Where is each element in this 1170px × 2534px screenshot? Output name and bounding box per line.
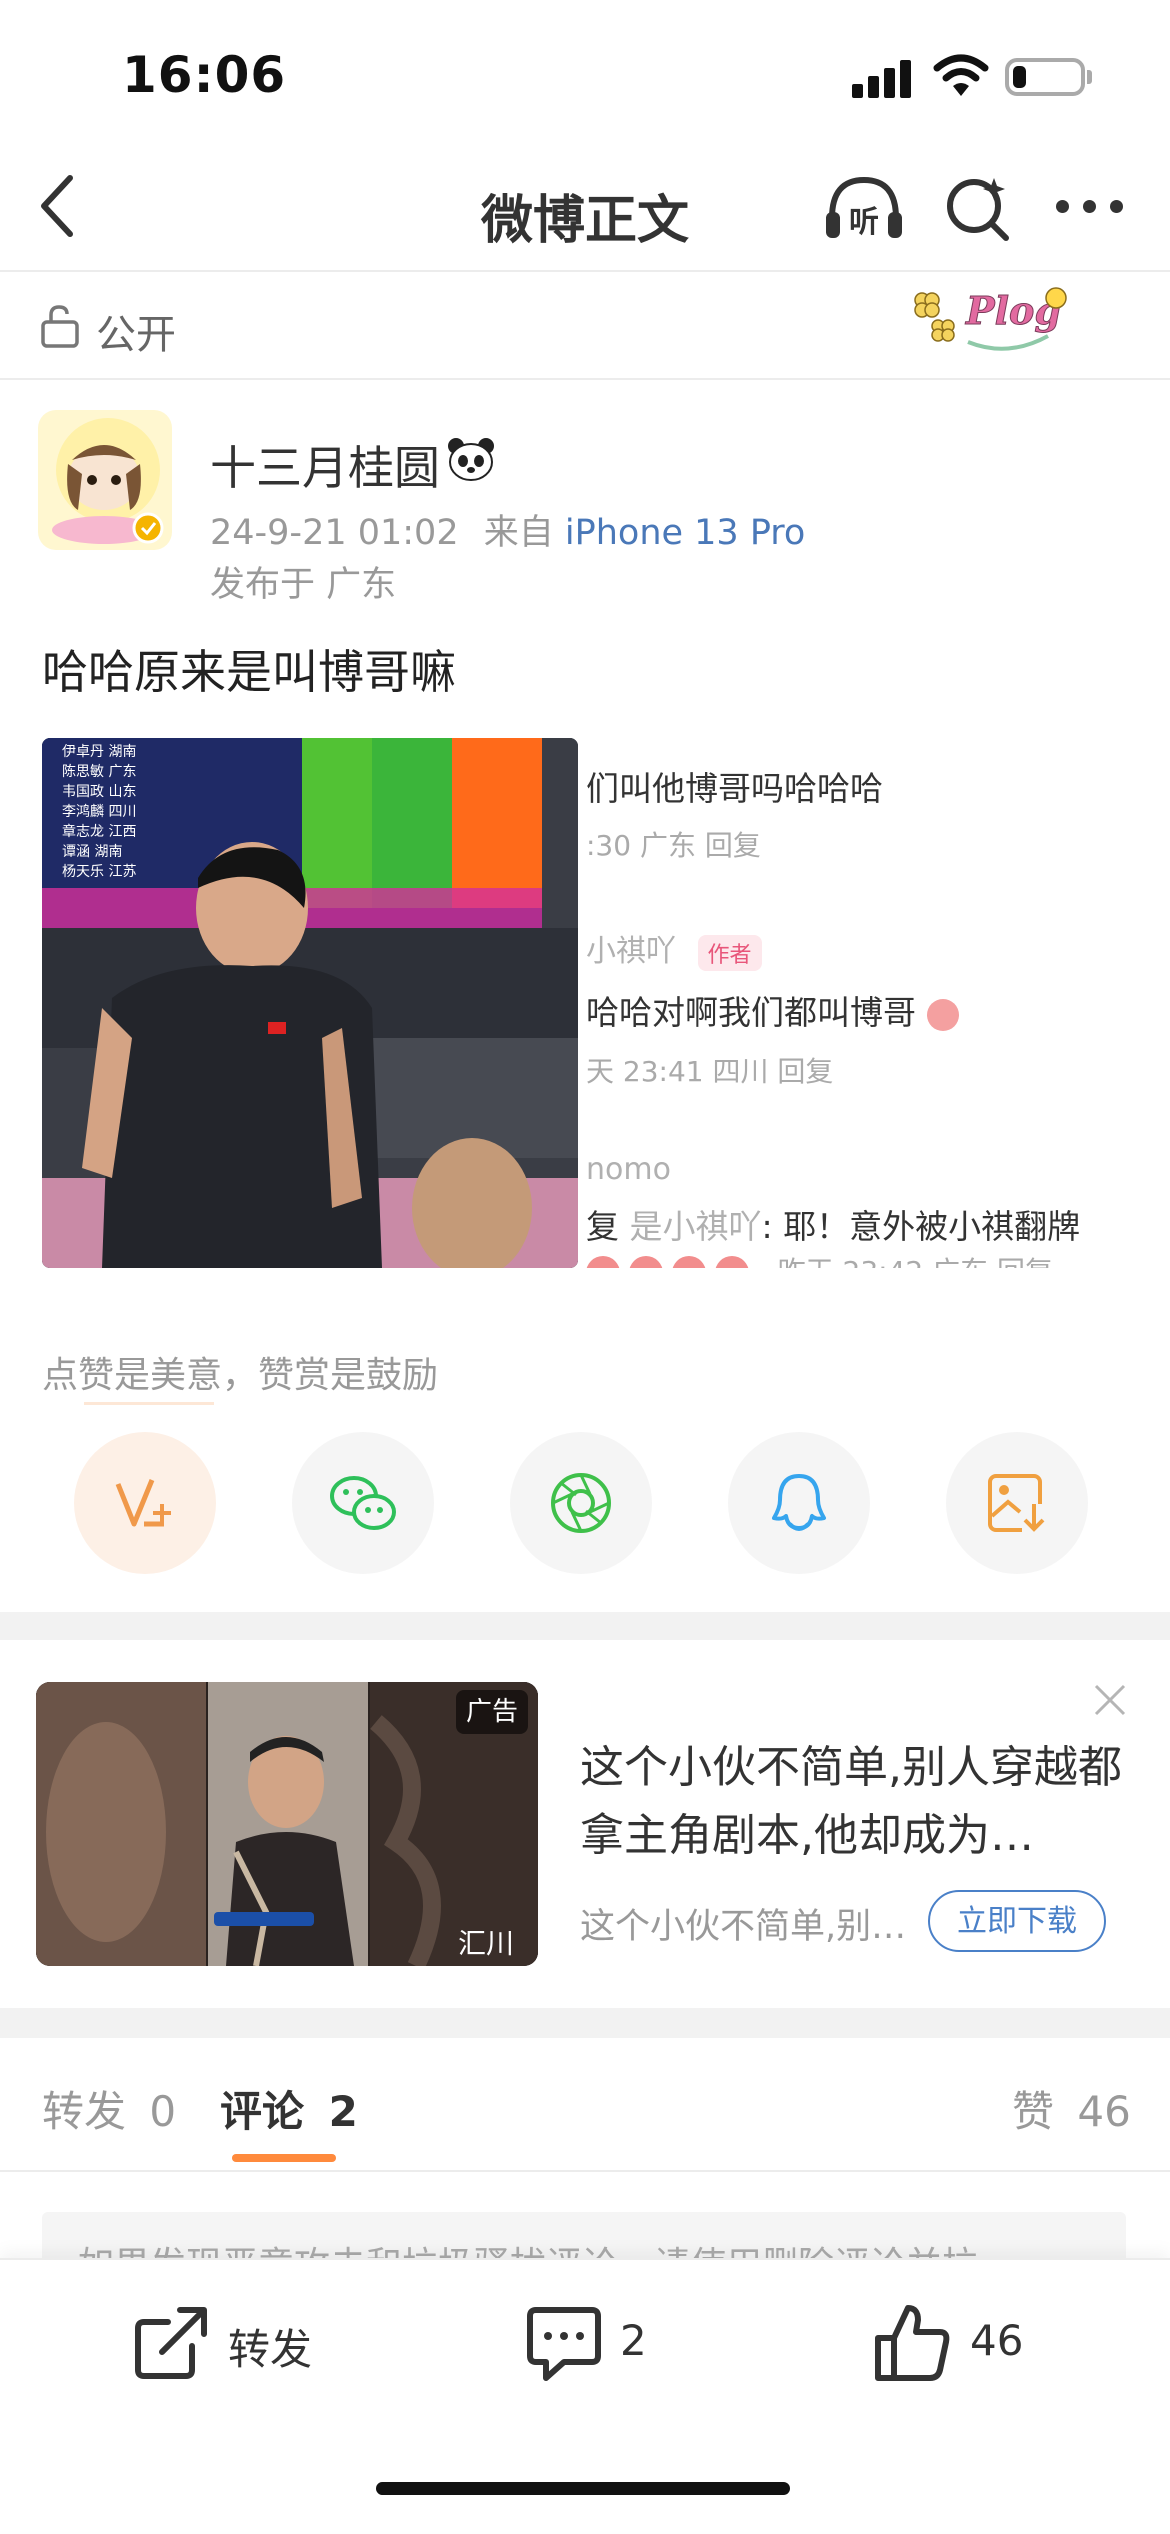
qq-share-button[interactable] bbox=[728, 1432, 870, 1574]
battery-tip bbox=[1087, 70, 1092, 84]
comment-text: 们叫他博哥吗哈哈哈 bbox=[586, 769, 883, 808]
battery-icon bbox=[1005, 58, 1085, 96]
repost-button[interactable]: 转发 bbox=[132, 2302, 352, 2386]
tabs-divider bbox=[0, 2170, 1170, 2172]
wechat-share-button[interactable] bbox=[292, 1432, 434, 1574]
author-name[interactable]: 十三月桂圆 bbox=[210, 432, 440, 498]
device-name[interactable]: iPhone 13 Pro bbox=[565, 513, 805, 553]
photo-panel: 伊卓丹 湖南 陈思敏 广东 韦国政 山东 李鸿麟 四川 章志龙 江西 谭涵 湖南杨天乐 江… bbox=[42, 738, 578, 1268]
comment-icon bbox=[527, 2307, 601, 2381]
ad-brand: 汇川 bbox=[458, 1927, 515, 1960]
panda-icon bbox=[448, 438, 494, 481]
section-divider bbox=[0, 378, 1170, 380]
scoreboard-row: 杨天乐 江苏 bbox=[62, 864, 136, 880]
emoji-row: 昨天 23:42 广东 回复 bbox=[586, 1250, 1053, 1268]
tab-likes[interactable]: 赞 46 bbox=[1012, 2078, 1131, 2139]
author-badge: 作者 bbox=[697, 934, 762, 971]
comment-meta: 天 23:41 四川 回复 bbox=[586, 1055, 834, 1088]
save-image-icon bbox=[988, 1474, 1048, 1534]
post-text: 哈哈原来是叫博哥嘛 bbox=[42, 645, 456, 699]
avatar[interactable] bbox=[38, 410, 172, 550]
plog-sticker-icon[interactable]: Plog bbox=[898, 278, 1078, 362]
repost-icon bbox=[135, 2307, 207, 2379]
reward-text: 点赞是美意，赞赏是鼓励 bbox=[42, 1355, 439, 1396]
post-location: 发布于 广东 bbox=[210, 565, 397, 605]
reward-underline bbox=[84, 1402, 214, 1405]
scoreboard-row: 章志龙 江西 bbox=[62, 823, 136, 840]
like-count: 46 bbox=[970, 2316, 1024, 2365]
comment-count: 2 bbox=[620, 2316, 647, 2365]
section-gap bbox=[0, 1612, 1170, 1640]
status-time: 16:06 bbox=[122, 46, 287, 104]
post-image[interactable]: 伊卓丹 湖南 陈思敏 广东 韦国政 山东 李鸿麟 四川 章志龙 江西 谭涵 湖南杨天乐 江… bbox=[42, 738, 1126, 1268]
comment-button[interactable]: 2 bbox=[524, 2302, 674, 2386]
tab-indicator bbox=[232, 2154, 336, 2162]
save-image-button[interactable] bbox=[946, 1432, 1088, 1574]
comment-username: nomo bbox=[586, 1152, 671, 1187]
source-prefix: 来自 bbox=[483, 513, 554, 553]
thumbs-up-icon bbox=[875, 2305, 950, 2381]
emoji-icon bbox=[926, 998, 959, 1031]
scoreboard-row: 韦国政 山东 bbox=[62, 784, 136, 800]
post-date: 24-9-21 01:02 bbox=[210, 513, 459, 553]
qq-icon bbox=[772, 1474, 826, 1531]
unlock-icon bbox=[41, 305, 79, 348]
scoreboard-row: 谭涵 湖南 bbox=[62, 844, 122, 860]
download-button[interactable]: 立即下载 bbox=[928, 1890, 1106, 1952]
more-icon[interactable] bbox=[1056, 200, 1124, 214]
header-divider bbox=[0, 270, 1170, 272]
ad-title[interactable]: 这个小伙不简单,别人穿越都拿主角剧本,他却成为… bbox=[580, 1734, 1140, 1870]
v-plus-icon bbox=[115, 1479, 171, 1527]
moments-icon bbox=[551, 1473, 611, 1533]
search-sparkle-icon[interactable] bbox=[944, 174, 1014, 244]
tab-comments[interactable]: 评论 2 bbox=[220, 2078, 358, 2139]
listen-icon[interactable]: 听 bbox=[822, 172, 906, 242]
home-indicator bbox=[376, 2482, 790, 2495]
ad-tag: 广告 bbox=[456, 1690, 528, 1734]
scoreboard-row: 李鸿麟 四川 bbox=[62, 803, 136, 820]
cellular-signal-icon bbox=[852, 58, 912, 98]
scoreboard-row: 陈思敏 广东 bbox=[62, 763, 136, 780]
svg-text:听: 听 bbox=[849, 205, 879, 240]
wifi-icon bbox=[933, 54, 989, 96]
comment-text: 复 是小祺吖: 耶！意外被小祺翻牌 bbox=[586, 1207, 1081, 1246]
like-button[interactable]: 46 bbox=[872, 2302, 1042, 2386]
tab-repost[interactable]: 转发 0 bbox=[42, 2078, 176, 2139]
section-gap bbox=[0, 2008, 1170, 2038]
wechat-icon bbox=[330, 1476, 396, 1530]
post-meta: 24-9-21 01:02 来自 iPhone 13 Pro bbox=[210, 504, 805, 555]
close-icon[interactable] bbox=[1092, 1682, 1128, 1718]
comment-meta: :30 广东 回复 bbox=[586, 829, 761, 862]
repost-label: 转发 bbox=[228, 2325, 313, 2374]
comment-username: 小祺吖 bbox=[586, 934, 676, 969]
comment-text: 哈哈对啊我们都叫博哥 bbox=[586, 986, 959, 1034]
ad-subtitle: 这个小伙不简单,别… bbox=[580, 1907, 907, 1947]
comment-user: 小祺吖 作者 bbox=[586, 926, 762, 971]
visibility-label: 公开 bbox=[96, 312, 176, 358]
v-plus-button[interactable] bbox=[74, 1432, 216, 1574]
moments-share-button[interactable] bbox=[510, 1432, 652, 1574]
scoreboard-row: 伊卓丹 湖南 bbox=[62, 744, 136, 760]
